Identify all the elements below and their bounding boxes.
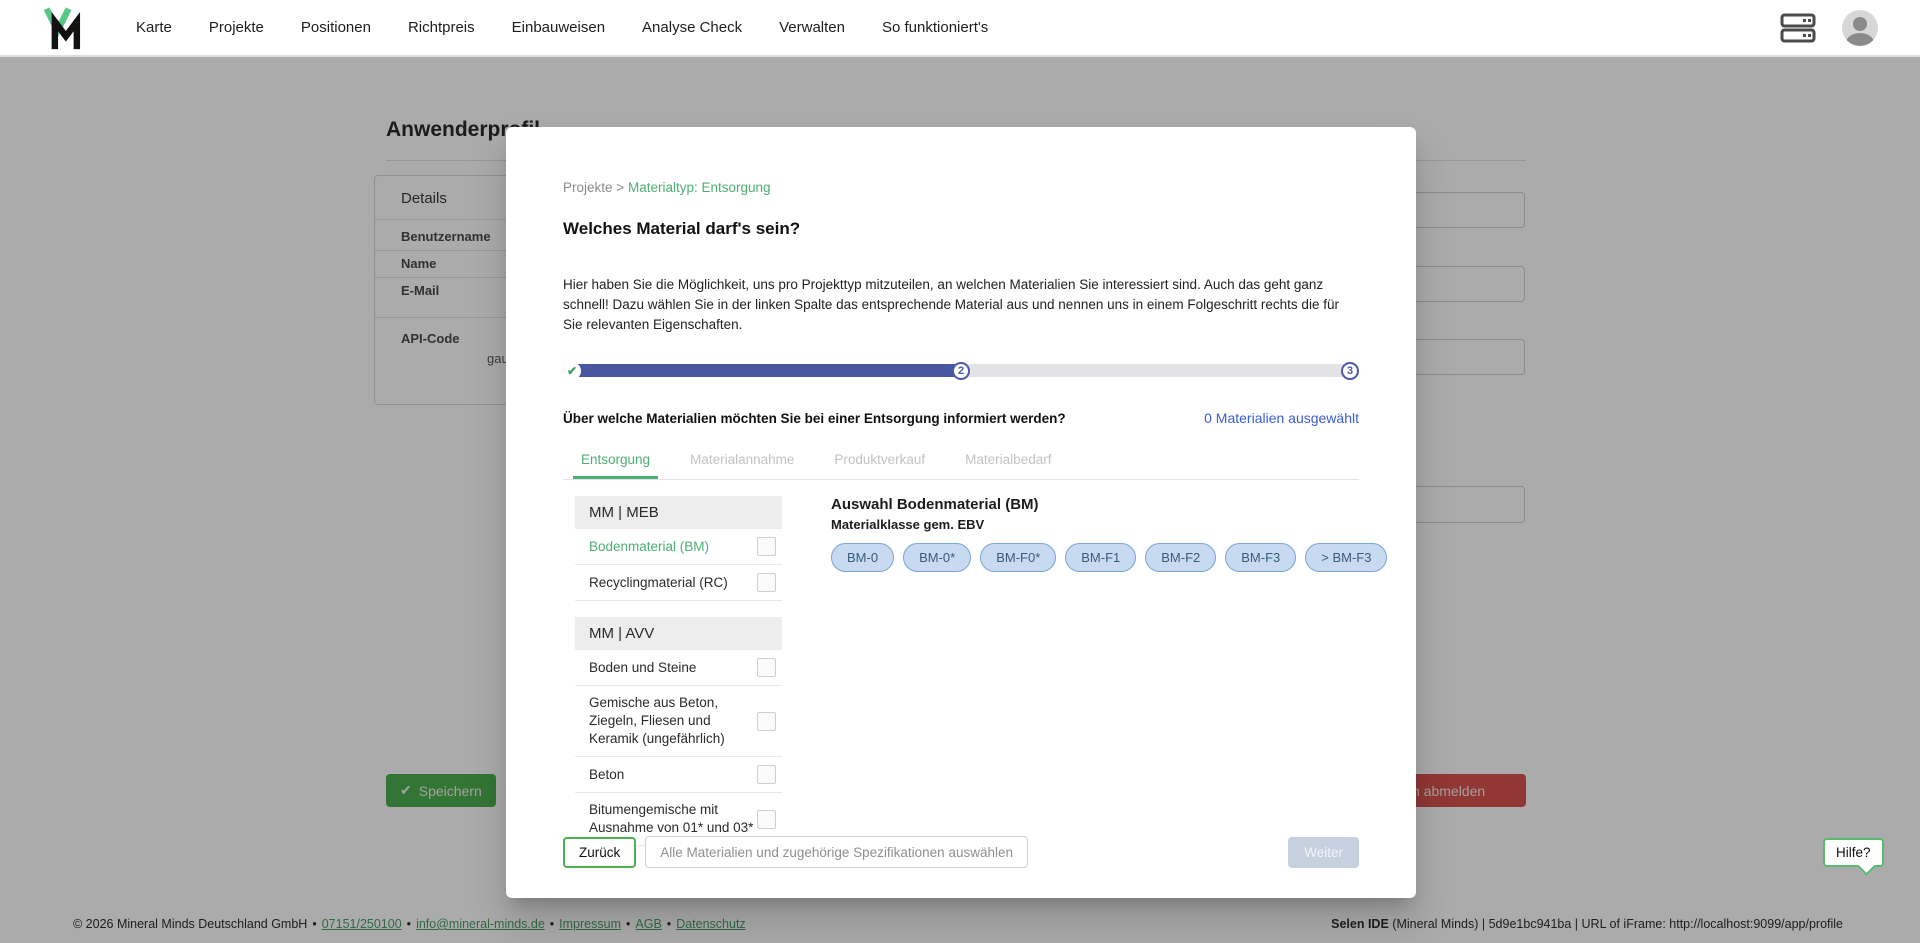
tab-produktverkauf[interactable]: Produktverkauf (826, 446, 933, 479)
list-item-boden-und-steine[interactable]: Boden und Steine (575, 650, 782, 686)
step-2-current: 2 (952, 362, 970, 380)
dialog-columns: MM | MEB Bodenmaterial (BM) Recyclingmat… (563, 496, 1359, 846)
selection-panel: Auswahl Bodenmaterial (BM) Materialklass… (831, 496, 1387, 846)
checkbox-beton[interactable] (757, 765, 776, 784)
pill-bm-0s[interactable]: BM-0* (903, 543, 971, 572)
material-list: MM | MEB Bodenmaterial (BM) Recyclingmat… (575, 496, 782, 846)
dialog-title: Welches Material darf's sein? (563, 219, 1359, 239)
tab-materialbedarf[interactable]: Materialbedarf (957, 446, 1059, 479)
pill-bm-f3[interactable]: BM-F3 (1225, 543, 1296, 572)
nav-item-karte[interactable]: Karte (136, 19, 172, 36)
progress-fill (563, 364, 961, 377)
list-item-label: Beton (589, 766, 757, 784)
progress-stepper: ✔ 2 3 (563, 362, 1359, 380)
pill-gt-bm-f3[interactable]: > BM-F3 (1305, 543, 1387, 572)
list-item-label: Bitumengemische mit Ausnahme von 01* und… (589, 801, 757, 837)
dialog-description: Hier haben Sie die Möglichkeit, uns pro … (563, 275, 1359, 335)
list-item-gemische[interactable]: Gemische aus Beton, Ziegeln, Fliesen und… (575, 686, 782, 757)
checkbox-boden-und-steine[interactable] (757, 658, 776, 677)
section-header-mm-avv: MM | AVV (575, 617, 782, 650)
breadcrumb: Projekte > Materialtyp: Entsorgung (563, 180, 1359, 195)
selection-panel-subtitle: Materialklasse gem. EBV (831, 517, 1387, 532)
section-header-mm-meb: MM | MEB (575, 496, 782, 529)
nav-item-analyse-check[interactable]: Analyse Check (642, 19, 742, 36)
back-button[interactable]: Zurück (563, 837, 636, 868)
pill-bm-f2[interactable]: BM-F2 (1145, 543, 1216, 572)
help-bubble[interactable]: Hilfe? (1823, 838, 1884, 867)
user-avatar[interactable] (1842, 10, 1878, 46)
material-type-tabs: Entsorgung Materialannahme Produktverkau… (563, 446, 1359, 480)
avatar-head (1853, 17, 1867, 31)
tab-entsorgung[interactable]: Entsorgung (573, 446, 658, 479)
avatar-body (1846, 33, 1874, 46)
selection-panel-title: Auswahl Bodenmaterial (BM) (831, 496, 1387, 513)
step-1-complete: ✔ (563, 362, 581, 380)
material-selection-dialog: Projekte > Materialtyp: Entsorgung Welch… (506, 127, 1416, 898)
breadcrumb-root[interactable]: Projekte (563, 180, 613, 195)
checkbox-recyclingmaterial[interactable] (757, 573, 776, 592)
list-item-recyclingmaterial[interactable]: Recyclingmaterial (RC) (575, 565, 782, 601)
nav-item-verwalten[interactable]: Verwalten (779, 19, 845, 36)
checkbox-bitumengemische[interactable] (757, 810, 776, 829)
material-class-pills: BM-0 BM-0* BM-F0* BM-F1 BM-F2 BM-F3 > BM… (831, 543, 1387, 572)
list-item-label: Gemische aus Beton, Ziegeln, Fliesen und… (589, 694, 757, 748)
breadcrumb-separator: > (616, 180, 624, 195)
selected-count-link[interactable]: 0 Materialien ausgewählt (1204, 410, 1359, 426)
dialog-footer: Zurück Alle Materialien und zugehörige S… (563, 836, 1359, 868)
next-button-disabled[interactable]: Weiter (1288, 837, 1359, 868)
question-row: Über welche Materialien möchten Sie bei … (563, 410, 1359, 426)
list-item-label: Recyclingmaterial (RC) (589, 574, 757, 592)
nav-item-einbauweisen[interactable]: Einbauweisen (512, 19, 605, 36)
nav-item-so-funktionierts[interactable]: So funktioniert's (882, 19, 988, 36)
checkbox-bodenmaterial[interactable] (757, 537, 776, 556)
top-navigation: Karte Projekte Positionen Richtpreis Ein… (0, 0, 1920, 57)
step-3: 3 (1341, 362, 1359, 380)
server-icon[interactable] (1780, 13, 1816, 43)
select-all-button[interactable]: Alle Materialien und zugehörige Spezifik… (645, 836, 1028, 868)
pill-bm-0[interactable]: BM-0 (831, 543, 894, 572)
list-item-bodenmaterial[interactable]: Bodenmaterial (BM) (575, 529, 782, 565)
pill-bm-f0s[interactable]: BM-F0* (980, 543, 1056, 572)
tab-materialannahme[interactable]: Materialannahme (682, 446, 802, 479)
checkbox-gemische[interactable] (757, 712, 776, 731)
breadcrumb-current: Materialtyp: Entsorgung (628, 180, 771, 195)
list-item-beton[interactable]: Beton (575, 757, 782, 793)
mineral-minds-logo-icon[interactable] (42, 5, 86, 51)
list-item-label: Bodenmaterial (BM) (589, 538, 757, 556)
nav-item-richtpreis[interactable]: Richtpreis (408, 19, 475, 36)
pill-bm-f1[interactable]: BM-F1 (1065, 543, 1136, 572)
question-text: Über welche Materialien möchten Sie bei … (563, 411, 1066, 426)
nav-item-positionen[interactable]: Positionen (301, 19, 371, 36)
nav-right-controls (1780, 10, 1920, 46)
list-item-label: Boden und Steine (589, 659, 757, 677)
nav-item-projekte[interactable]: Projekte (209, 19, 264, 36)
